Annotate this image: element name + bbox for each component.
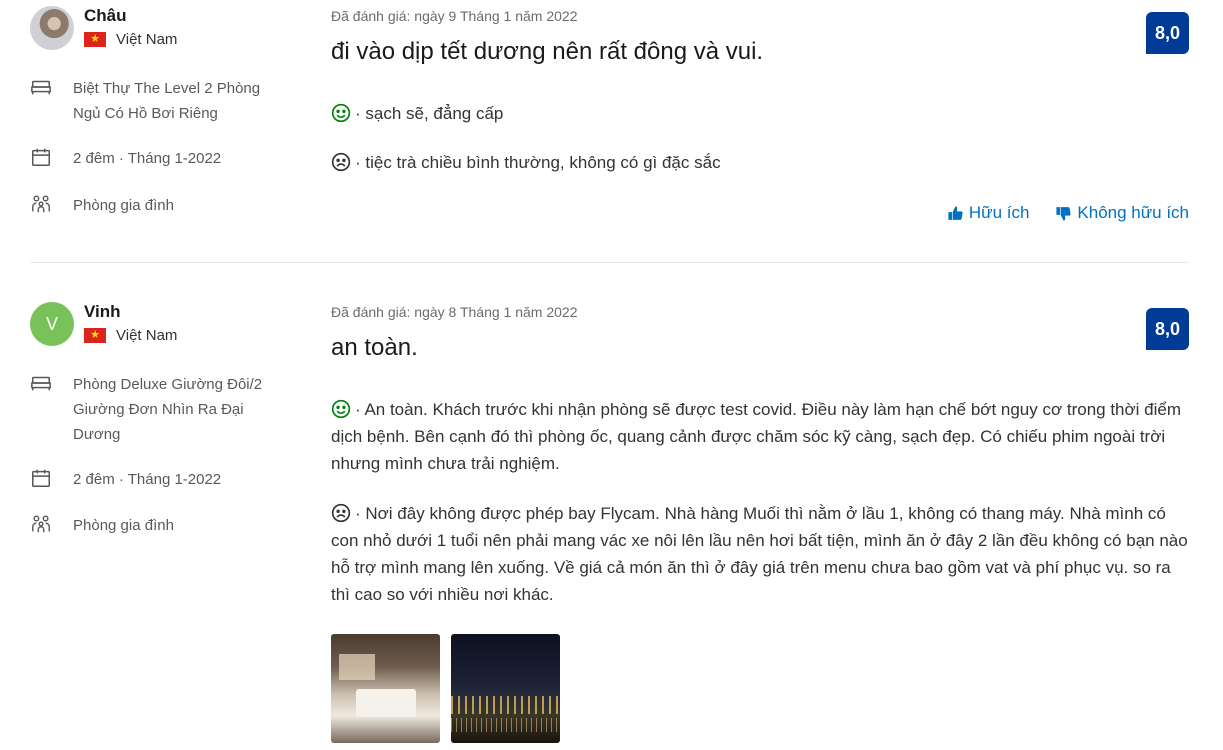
room-type-text: Biệt Thự The Level 2 Phòng Ngủ Có Hồ Bơi… xyxy=(73,80,261,122)
positive-text: · An toàn. Khách trước khi nhận phòng sẽ… xyxy=(331,400,1181,473)
stay-length: 2 đêm · Tháng 1-2022 xyxy=(30,467,283,492)
review-title: đi vào dịp tết dương nên rất đông và vui… xyxy=(331,38,764,65)
bed-icon xyxy=(30,76,52,98)
negative-text: · Nơi đây không được phép bay Flycam. Nh… xyxy=(331,504,1188,604)
review-photo-room[interactable] xyxy=(331,634,440,743)
stay-length: 2 đêm · Tháng 1-2022 xyxy=(30,146,283,171)
not-helpful-label: Không hữu ích xyxy=(1077,203,1189,222)
positive-comment: · An toàn. Khách trước khi nhận phòng sẽ… xyxy=(331,396,1191,477)
review-photo-night-view[interactable] xyxy=(451,634,560,743)
stay-length-text: 2 đêm · Tháng 1-2022 xyxy=(73,471,222,488)
helpful-label: Hữu ích xyxy=(968,203,1030,222)
traveler-type: Phòng gia đình xyxy=(30,513,283,538)
review-divider xyxy=(30,262,1189,263)
reviewer-name: Vinh xyxy=(84,302,121,321)
avatar[interactable] xyxy=(30,6,74,50)
traveler-type-text: Phòng gia đình xyxy=(73,197,174,214)
smile-icon xyxy=(331,399,351,419)
review-title: an toàn. xyxy=(331,334,418,361)
negative-comment: · Nơi đây không được phép bay Flycam. Nh… xyxy=(331,500,1191,608)
review-score-badge: 8,0 xyxy=(1146,12,1189,54)
room-type: Biệt Thự The Level 2 Phòng Ngủ Có Hồ Bơi… xyxy=(30,76,283,126)
bed-icon xyxy=(30,372,52,394)
review-date: Đã đánh giá: ngày 9 Tháng 1 năm 2022 xyxy=(331,8,578,24)
reviewer-name: Châu xyxy=(84,6,127,25)
family-icon xyxy=(30,513,52,535)
positive-text: · sạch sẽ, đẳng cấp xyxy=(355,104,504,123)
negative-text: · tiệc trà chiều bình thường, không có g… xyxy=(355,153,721,172)
reviewer-country: Việt Nam xyxy=(84,31,177,48)
review-score-badge: 8,0 xyxy=(1146,308,1189,350)
review-date: Đã đánh giá: ngày 8 Tháng 1 năm 2022 xyxy=(331,304,578,320)
review-card: V Vinh Việt Nam Phòng Deluxe Giường Đôi/… xyxy=(0,296,1223,750)
family-icon xyxy=(30,193,52,215)
room-type-text: Phòng Deluxe Giường Đôi/2 Giường Đơn Nhì… xyxy=(73,376,263,443)
helpful-button[interactable]: Hữu ích xyxy=(947,203,1030,223)
calendar-icon xyxy=(30,467,52,489)
frown-icon xyxy=(331,152,351,172)
country-label: Việt Nam xyxy=(116,327,178,344)
review-feedback-actions: Hữu ích Không hữu ích xyxy=(947,203,1189,223)
not-helpful-button[interactable]: Không hữu ích xyxy=(1055,203,1189,223)
thumbs-down-icon xyxy=(1056,206,1072,221)
review-card: Châu Việt Nam Biệt Thự The Level 2 Phòng… xyxy=(0,0,1223,262)
traveler-type-text: Phòng gia đình xyxy=(73,517,174,534)
negative-comment: · tiệc trà chiều bình thường, không có g… xyxy=(331,149,1191,176)
vietnam-flag-icon xyxy=(84,32,106,47)
calendar-icon xyxy=(30,146,52,168)
vietnam-flag-icon xyxy=(84,328,106,343)
frown-icon xyxy=(331,503,351,523)
positive-comment: · sạch sẽ, đẳng cấp xyxy=(331,100,1191,127)
stay-length-text: 2 đêm · Tháng 1-2022 xyxy=(73,150,222,167)
traveler-type: Phòng gia đình xyxy=(30,193,283,218)
reviewer-country: Việt Nam xyxy=(84,327,177,344)
avatar[interactable]: V xyxy=(30,302,74,346)
smile-icon xyxy=(331,103,351,123)
room-type: Phòng Deluxe Giường Đôi/2 Giường Đơn Nhì… xyxy=(30,372,283,447)
thumbs-up-icon xyxy=(948,205,963,220)
country-label: Việt Nam xyxy=(116,31,178,48)
